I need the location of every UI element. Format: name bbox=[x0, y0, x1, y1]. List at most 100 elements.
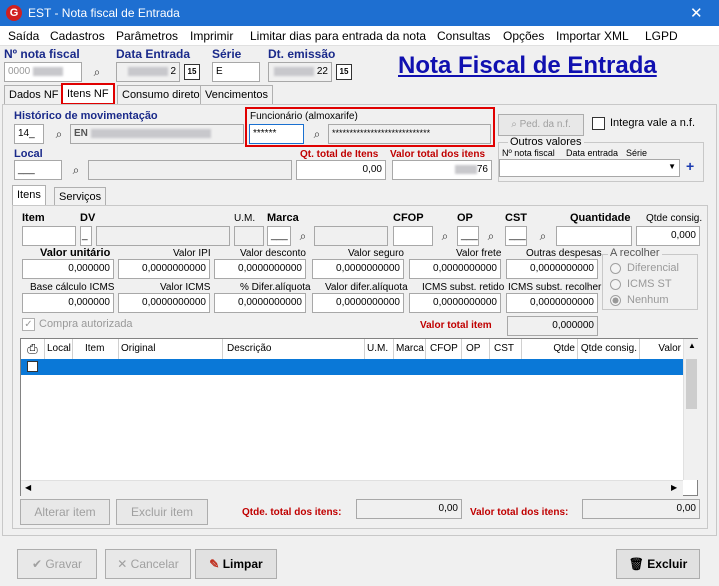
qtde-consig-label: Qtde consig. bbox=[646, 213, 703, 224]
valor-seguro-input[interactable]: 0,0000000000 bbox=[312, 259, 404, 279]
excluir-item-button[interactable]: Excluir item bbox=[116, 499, 208, 525]
scroll-up-icon[interactable]: ▲ bbox=[688, 341, 696, 350]
menu-parametros[interactable]: Parâmetros bbox=[116, 29, 178, 43]
um-input bbox=[234, 226, 264, 246]
tab-itens-nf[interactable]: Itens NF bbox=[61, 83, 115, 105]
tab-consumo-direto[interactable]: Consumo direto bbox=[117, 85, 205, 105]
qt-total-itens-value: 0,00 bbox=[296, 160, 386, 180]
valor-icms-input[interactable]: 0,0000000000 bbox=[118, 293, 210, 313]
vertical-scrollbar[interactable]: ▲ bbox=[683, 339, 699, 480]
close-icon[interactable]: ✕ bbox=[690, 4, 703, 22]
col-qtde-consig[interactable]: Qtde consig. bbox=[578, 339, 640, 359]
menu-lgpd[interactable]: LGPD bbox=[645, 29, 678, 43]
col-original[interactable]: Original bbox=[119, 339, 223, 359]
menu-cadastros[interactable]: Cadastros bbox=[50, 29, 105, 43]
binoculars-icon[interactable]: ⌕ bbox=[67, 161, 85, 179]
base-calc-icms-input[interactable]: 0,000000 bbox=[22, 293, 114, 313]
col-cst[interactable]: CST bbox=[490, 339, 522, 359]
nenhum-radio[interactable] bbox=[610, 295, 621, 306]
col-marca[interactable]: Marca bbox=[394, 339, 426, 359]
valor-ipi-input[interactable]: 0,0000000000 bbox=[118, 259, 210, 279]
funcionario-code-input[interactable]: ****** bbox=[249, 124, 304, 144]
nota-fiscal-input[interactable]: 0000 bbox=[4, 62, 82, 82]
dt-emissao-input[interactable]: 22 bbox=[268, 62, 332, 82]
col-local[interactable]: Local bbox=[45, 339, 73, 359]
difer-aliquota-pct-label: % Difer.alíquota bbox=[240, 282, 311, 293]
marca-input[interactable]: ___ bbox=[267, 226, 291, 246]
cfop-input[interactable] bbox=[393, 226, 433, 246]
col-op[interactable]: OP bbox=[462, 339, 490, 359]
icms-subst-retido-input[interactable]: 0,0000000000 bbox=[409, 293, 501, 313]
col-descricao[interactable]: Descrição bbox=[223, 339, 365, 359]
local-input[interactable]: ___ bbox=[14, 160, 62, 180]
tab-dados-nf[interactable]: Dados NF bbox=[4, 85, 64, 105]
scroll-thumb[interactable] bbox=[686, 359, 697, 409]
valor-unitario-input[interactable]: 0,000000 bbox=[22, 259, 114, 279]
gravar-button[interactable]: ✔ Gravar bbox=[17, 549, 97, 579]
serie-input[interactable]: E bbox=[212, 62, 260, 82]
op-input[interactable]: ___ bbox=[457, 226, 479, 246]
item-input[interactable] bbox=[22, 226, 76, 246]
binoculars-icon[interactable]: ⌕ bbox=[482, 227, 500, 245]
col-item[interactable]: Item bbox=[73, 339, 119, 359]
icms-st-radio[interactable] bbox=[610, 279, 621, 290]
dv-input[interactable]: _ bbox=[80, 226, 92, 246]
menu-bar: Saída Cadastros Parâmetros Imprimir Limi… bbox=[0, 26, 719, 46]
col-valor[interactable]: Valor bbox=[640, 339, 683, 359]
funcionario-name-input: **************************** bbox=[328, 124, 491, 144]
row-checkbox[interactable] bbox=[27, 361, 38, 372]
valor-desconto-input[interactable]: 0,0000000000 bbox=[214, 259, 306, 279]
menu-limitar-dias[interactable]: Limitar dias para entrada da nota bbox=[250, 29, 426, 43]
printer-icon[interactable]: ⎙ bbox=[21, 339, 45, 359]
binoculars-icon[interactable]: ⌕ bbox=[308, 125, 326, 143]
outros-valores-select[interactable]: ▼ bbox=[499, 159, 680, 177]
col-qtde[interactable]: Qtde bbox=[522, 339, 578, 359]
menu-consultas[interactable]: Consultas bbox=[437, 29, 490, 43]
tab-itens[interactable]: Itens bbox=[12, 185, 46, 205]
qtde-consig-input[interactable]: 0,000 bbox=[636, 226, 700, 246]
integra-vale-checkbox[interactable] bbox=[592, 117, 605, 130]
scroll-left-icon[interactable]: ◀ bbox=[25, 483, 31, 492]
diferencial-radio[interactable] bbox=[610, 263, 621, 274]
menu-saida[interactable]: Saída bbox=[8, 29, 39, 43]
quantidade-input[interactable] bbox=[556, 226, 632, 246]
binoculars-icon[interactable]: ⌕ bbox=[534, 227, 552, 245]
data-entrada-label: Data Entrada bbox=[116, 47, 191, 61]
historico-code-input[interactable]: 14_ bbox=[14, 124, 44, 144]
calendar-icon[interactable]: 15 bbox=[336, 64, 352, 80]
difer-aliquota-pct-input[interactable]: 0,0000000000 bbox=[214, 293, 306, 313]
col-um[interactable]: U.M. bbox=[365, 339, 394, 359]
tab-servicos[interactable]: Serviços bbox=[54, 187, 107, 205]
valor-icms-label: Valor ICMS bbox=[160, 282, 211, 293]
binoculars-icon[interactable]: ⌕ bbox=[294, 227, 312, 245]
calendar-icon[interactable]: 15 bbox=[184, 64, 200, 80]
table-row[interactable] bbox=[21, 359, 683, 375]
col-cfop[interactable]: CFOP bbox=[426, 339, 462, 359]
data-entrada-input[interactable]: 2 bbox=[116, 62, 180, 82]
um-label: U.M. bbox=[234, 213, 256, 224]
binoculars-icon[interactable]: ⌕ bbox=[436, 227, 454, 245]
tab-vencimentos[interactable]: Vencimentos bbox=[200, 85, 273, 105]
menu-importar-xml[interactable]: Importar XML bbox=[556, 29, 629, 43]
menu-imprimir[interactable]: Imprimir bbox=[190, 29, 233, 43]
alterar-item-button[interactable]: Alterar item bbox=[20, 499, 110, 525]
excluir-button[interactable]: 🗑 Excluir bbox=[616, 549, 700, 579]
icms-subst-recolher-input[interactable]: 0,0000000000 bbox=[506, 293, 598, 313]
items-grid[interactable]: ⎙ Local Item Original Descrição U.M. Mar… bbox=[20, 338, 699, 496]
cst-input[interactable]: ___ bbox=[505, 226, 527, 246]
ped-nf-button[interactable]: ⌕ Ped. da n.f. bbox=[498, 114, 584, 136]
valor-difer-aliquota-input[interactable]: 0,0000000000 bbox=[312, 293, 404, 313]
historico-desc-input: EN bbox=[70, 124, 244, 144]
limpar-button[interactable]: ✎ Limpar bbox=[195, 549, 277, 579]
horizontal-scrollbar[interactable]: ◀ ▶ bbox=[21, 480, 683, 496]
cancelar-button[interactable]: ✕ Cancelar bbox=[105, 549, 191, 579]
add-icon[interactable]: + bbox=[686, 158, 694, 174]
binoculars-icon[interactable]: ⌕ bbox=[50, 125, 68, 143]
outros-col-data: Data entrada bbox=[566, 148, 619, 158]
binoculars-icon[interactable]: ⌕ bbox=[88, 63, 106, 81]
menu-opcoes[interactable]: Opções bbox=[503, 29, 544, 43]
compra-autorizada-checkbox[interactable]: ✓ bbox=[22, 318, 35, 331]
scroll-right-icon[interactable]: ▶ bbox=[671, 483, 677, 492]
valor-frete-input[interactable]: 0,0000000000 bbox=[409, 259, 501, 279]
outras-despesas-input[interactable]: 0,0000000000 bbox=[506, 259, 598, 279]
